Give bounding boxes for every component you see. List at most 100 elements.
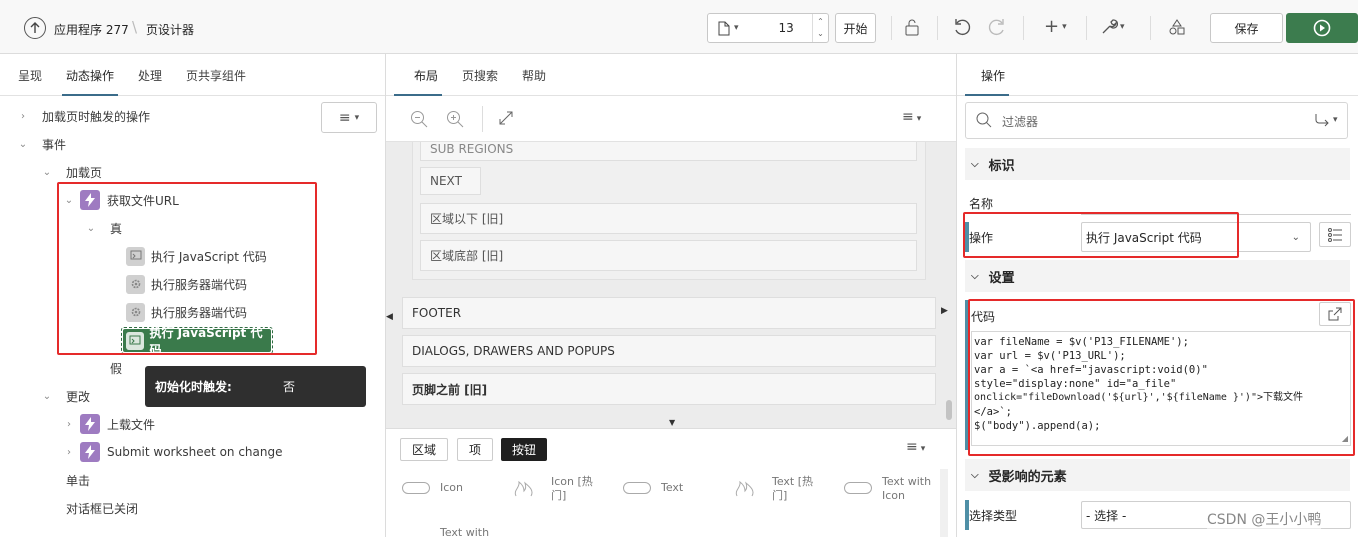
region-before-footer[interactable]: 页脚之前 [旧]	[402, 373, 936, 405]
tree-node-action-server-2[interactable]: 执行服务器端代码	[126, 298, 247, 326]
button-shape-icon	[623, 482, 651, 494]
page-designer-title: 页设计器	[146, 23, 195, 37]
tab-page-search[interactable]: 页搜索	[450, 67, 510, 95]
top-toolbar: 应用程序 277 \ 页设计器 ▾ 13 ⌃ ⌄ 开始 + ▾ ▾ 保存	[0, 0, 1358, 54]
selection-type-label: 选择类型	[969, 509, 1018, 523]
tree-node-action-js-1[interactable]: 执行 JavaScript 代码	[126, 242, 267, 270]
collapse-left-icon[interactable]: ◀	[386, 312, 393, 322]
tab-shared-components[interactable]: 页共享组件	[174, 67, 258, 95]
gallery-item-icon[interactable]: Icon	[440, 481, 463, 494]
tree-node-submit-worksheet[interactable]: › Submit worksheet on change	[62, 438, 283, 466]
lock-icon[interactable]	[903, 19, 921, 40]
watermark: CSDN @王小小鸭	[1207, 509, 1322, 529]
divider	[891, 16, 892, 40]
gallery-tab-regions[interactable]: 区域	[400, 438, 449, 461]
tree-node-upload-file[interactable]: › 上载文件	[62, 410, 155, 438]
tree-menu-button[interactable]: ≡ ▾	[321, 102, 377, 133]
region-next[interactable]: NEXT	[420, 167, 481, 195]
selected-node-focus: 执行 JavaScript 代码	[121, 326, 273, 357]
redo-icon[interactable]	[988, 18, 1006, 39]
action-select[interactable]: 执行 JavaScript 代码 ⌄	[1081, 222, 1311, 252]
wrench-icon[interactable]: ▾	[1100, 18, 1125, 36]
tab-help[interactable]: 帮助	[510, 67, 558, 95]
region-dialogs[interactable]: DIALOGS, DRAWERS AND POPUPS	[402, 335, 936, 367]
zoom-out-icon[interactable]	[410, 110, 428, 131]
up-arrow-icon[interactable]	[24, 17, 46, 39]
gallery-item-icon-hot[interactable]: Icon [热门]	[551, 475, 599, 503]
name-input[interactable]	[1081, 191, 1351, 215]
page-stepper[interactable]: ⌃ ⌄	[812, 14, 828, 42]
code-line: var fileName = $v('P13_FILENAME');	[974, 336, 1189, 348]
filter-placeholder: 过滤器	[1002, 115, 1039, 129]
page-number-input[interactable]: 13	[779, 21, 794, 35]
tree-node-true[interactable]: ⌄ 真	[84, 214, 122, 242]
region-footer[interactable]: FOOTER	[402, 297, 936, 329]
region-region-bottom[interactable]: 区域底部 [旧]	[420, 240, 917, 271]
section-identification[interactable]: ⌵ 标识	[965, 148, 1350, 180]
code-label: 代码	[971, 310, 996, 324]
search-icon	[976, 112, 992, 131]
tree-node-dialog-closed[interactable]: 对话框已关闭	[66, 494, 138, 522]
app-breadcrumb[interactable]: 应用程序 277	[54, 21, 129, 38]
code-textarea[interactable]: var fileName = $v('P13_FILENAME'); var u…	[971, 331, 1351, 446]
lightning-icon	[80, 414, 100, 434]
tree-node-get-file-url[interactable]: ⌄ 获取文件URL	[62, 186, 179, 214]
layout-menu-button[interactable]: ≡ ▾	[902, 109, 921, 125]
left-tabs: 呈现 动态操作 处理 页共享组件	[0, 54, 385, 96]
page-selector[interactable]: ▾ 13 ⌃ ⌄	[707, 13, 829, 43]
goto-icon[interactable]: ▾	[1314, 113, 1338, 127]
javascript-action-icon	[126, 246, 145, 266]
expand-icon[interactable]	[498, 110, 514, 129]
shared-components-icon[interactable]	[1168, 18, 1186, 39]
gallery-item-text-with-icon[interactable]: Text with Icon	[882, 475, 938, 503]
tree-node-click[interactable]: 单击	[66, 466, 90, 494]
undo-icon[interactable]	[953, 18, 971, 39]
tab-action[interactable]: 操作	[957, 67, 1017, 96]
gallery-item-text-with-2[interactable]: Text with	[440, 526, 489, 539]
chevron-down-icon: ▾	[734, 23, 739, 33]
tab-dynamic-actions[interactable]: 动态操作	[54, 67, 126, 96]
gallery-item-text[interactable]: Text	[661, 481, 683, 494]
save-button[interactable]: 保存	[1210, 13, 1283, 43]
run-button[interactable]	[1286, 13, 1358, 43]
region-sub-regions[interactable]: SUB REGIONS	[420, 142, 917, 161]
chevron-down-icon: ⌄	[86, 222, 96, 234]
gallery-tab-items[interactable]: 项	[457, 438, 494, 461]
layout-scrollbar[interactable]	[944, 142, 954, 422]
tab-processing[interactable]: 处理	[126, 67, 174, 95]
filter-field[interactable]: 过滤器 ▾	[965, 102, 1348, 139]
gallery-item-text-hot[interactable]: Text [热门]	[772, 475, 820, 503]
section-settings[interactable]: ⌵ 设置	[965, 260, 1350, 292]
tab-rendering[interactable]: 呈现	[0, 67, 54, 95]
zoom-in-icon[interactable]	[446, 110, 464, 131]
tree-node-events[interactable]: ⌄ 事件	[16, 130, 66, 158]
divider	[1086, 16, 1087, 40]
code-editor-expand-button[interactable]	[1319, 302, 1351, 326]
region-below-region[interactable]: 区域以下 [旧]	[420, 203, 917, 234]
tree-node-onload-actions[interactable]: › 加载页时触发的操作	[16, 102, 150, 130]
gallery-menu-button[interactable]: ≡ ▾	[906, 439, 925, 455]
tree-node-false[interactable]: 假	[110, 354, 122, 382]
tree-node-change[interactable]: ⌄ 更改	[40, 382, 90, 410]
start-button[interactable]: 开始	[835, 13, 876, 43]
lightning-icon	[80, 190, 100, 210]
tree-node-page-load[interactable]: ⌄ 加载页	[40, 158, 102, 186]
layout-pane: 布局 页搜索 帮助 ≡ ▾ SUB REGIONS NEXT 区域以下 [旧] 区…	[386, 54, 956, 539]
gallery-scrollbar[interactable]	[940, 469, 948, 537]
collapse-right-icon[interactable]: ▶	[941, 306, 948, 316]
section-affected-elements[interactable]: ⌵ 受影响的元素	[965, 459, 1350, 491]
splitter-icon[interactable]: ▼	[669, 418, 675, 427]
add-icon[interactable]: + ▾	[1044, 16, 1067, 37]
list-button[interactable]	[1319, 222, 1351, 247]
javascript-action-icon	[126, 331, 144, 350]
page-icon	[718, 21, 730, 36]
code-line: var url = $v('P13_URL');	[974, 350, 1126, 362]
tree-node-action-server-1[interactable]: 执行服务器端代码	[126, 270, 247, 298]
tab-layout[interactable]: 布局	[386, 67, 450, 96]
chevron-down-icon: ⌄	[18, 138, 28, 150]
gallery-tab-buttons[interactable]: 按钮	[501, 438, 548, 461]
resize-handle-icon[interactable]: ◢	[1342, 434, 1348, 443]
divider	[482, 106, 483, 132]
layout-toolbar: ≡ ▾	[386, 96, 956, 142]
tree-node-action-js-2[interactable]: 执行 JavaScript 代码	[123, 326, 271, 357]
